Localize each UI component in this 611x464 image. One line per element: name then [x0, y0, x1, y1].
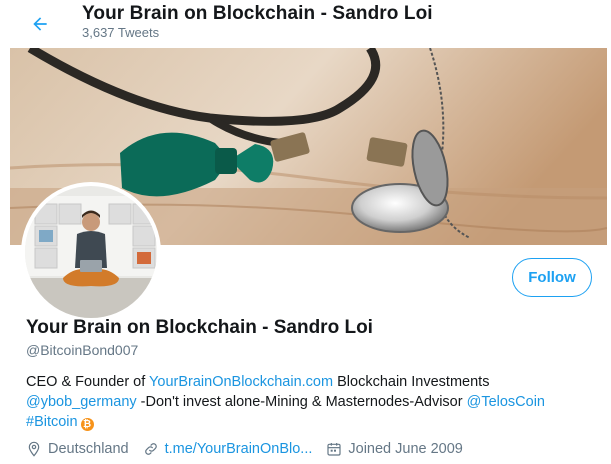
bio-text: -Don't invest alone-Mining & Masternodes… [136, 394, 467, 410]
profile-name: Your Brain on Blockchain - Sandro Loi [26, 317, 373, 338]
bio-text: CEO & Founder of [26, 374, 150, 390]
profile-meta: Deutschland t.me/YourBrainOnBlo... Joine… [26, 441, 477, 457]
hashtag-link[interactable]: #Bitcoin [26, 414, 78, 430]
profile-bio: CEO & Founder of YourBrainOnBlockchain.c… [26, 372, 586, 432]
profile-handle: @BitcoinBond007 [26, 342, 139, 358]
page-title: Your Brain on Blockchain - Sandro Loi [82, 3, 433, 24]
calendar-icon [327, 443, 341, 456]
tweet-count: 3,637 Tweets [82, 25, 160, 40]
website[interactable]: t.me/YourBrainOnBlo... [143, 441, 313, 457]
join-date-text: Joined June 2009 [348, 441, 463, 457]
arrow-left-icon [33, 17, 47, 31]
top-bar: Your Brain on Blockchain - Sandro Loi 3,… [0, 0, 611, 48]
back-button[interactable] [22, 6, 58, 42]
location-pin-icon [28, 441, 40, 457]
avatar-image [25, 186, 157, 318]
location-text: Deutschland [48, 441, 129, 457]
follow-button[interactable]: Follow [512, 258, 592, 297]
bio-website-link[interactable]: YourBrainOnBlockchain.com [149, 374, 333, 390]
mention-link[interactable]: @ybob_germany [26, 394, 137, 410]
bitcoin-icon: ₿ [80, 418, 94, 431]
link-icon [144, 443, 157, 455]
bio-text: Blockchain Investments [333, 374, 490, 390]
avatar[interactable] [21, 182, 161, 322]
join-date: Joined June 2009 [326, 441, 463, 457]
mention-link[interactable]: @TelosCoin [467, 394, 545, 410]
location: Deutschland [26, 441, 129, 457]
website-link[interactable]: t.me/YourBrainOnBlo... [165, 441, 313, 457]
